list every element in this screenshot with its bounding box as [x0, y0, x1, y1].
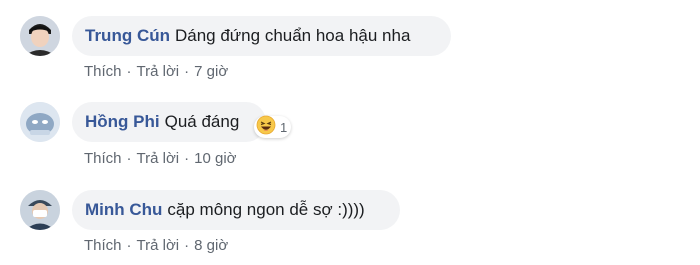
avatar[interactable] [20, 190, 60, 230]
reply-link[interactable]: Trả lời [137, 150, 180, 167]
separator-dot: · [126, 63, 132, 80]
comment-actions: Thích · Trả lời · 8 giờ [84, 237, 228, 254]
avatar[interactable] [20, 102, 60, 142]
reaction-badge[interactable]: 1 [254, 115, 292, 140]
commenter-name[interactable]: Trung Cún [85, 26, 170, 46]
separator-dot: · [126, 237, 132, 254]
timestamp[interactable]: 10 giờ [194, 150, 236, 167]
avatar[interactable] [20, 16, 60, 56]
comment-actions: Thích · Trả lời · 10 giờ [84, 150, 237, 167]
comment-actions: Thích · Trả lời · 7 giờ [84, 63, 228, 80]
like-link[interactable]: Thích [84, 237, 122, 254]
timestamp[interactable]: 8 giờ [194, 237, 228, 254]
reply-link[interactable]: Trả lời [137, 63, 180, 80]
comment-text: Quá đáng [164, 112, 240, 131]
reaction-count: 1 [280, 119, 288, 135]
timestamp[interactable]: 7 giờ [194, 63, 228, 80]
separator-dot: · [184, 63, 190, 80]
commenter-name[interactable]: Minh Chu [85, 200, 162, 220]
comment-text: cặp mông ngon dễ sợ :)))) [167, 200, 365, 219]
separator-dot: · [184, 237, 190, 254]
haha-emoji-icon [256, 115, 276, 140]
comment-text: Dáng đứng chuẩn hoa hậu nha [174, 26, 411, 45]
like-link[interactable]: Thích [84, 63, 122, 80]
comment-bubble: Trung Cún Dáng đứng chuẩn hoa hậu nha [72, 16, 451, 56]
separator-dot: · [184, 150, 190, 167]
comment-bubble: Hồng Phi Quá đáng [72, 102, 266, 142]
separator-dot: · [126, 150, 132, 167]
reply-link[interactable]: Trả lời [137, 237, 180, 254]
comment-bubble: Minh Chu cặp mông ngon dễ sợ :)))) [72, 190, 400, 230]
commenter-name[interactable]: Hồng Phi [85, 112, 160, 132]
like-link[interactable]: Thích [84, 150, 122, 167]
